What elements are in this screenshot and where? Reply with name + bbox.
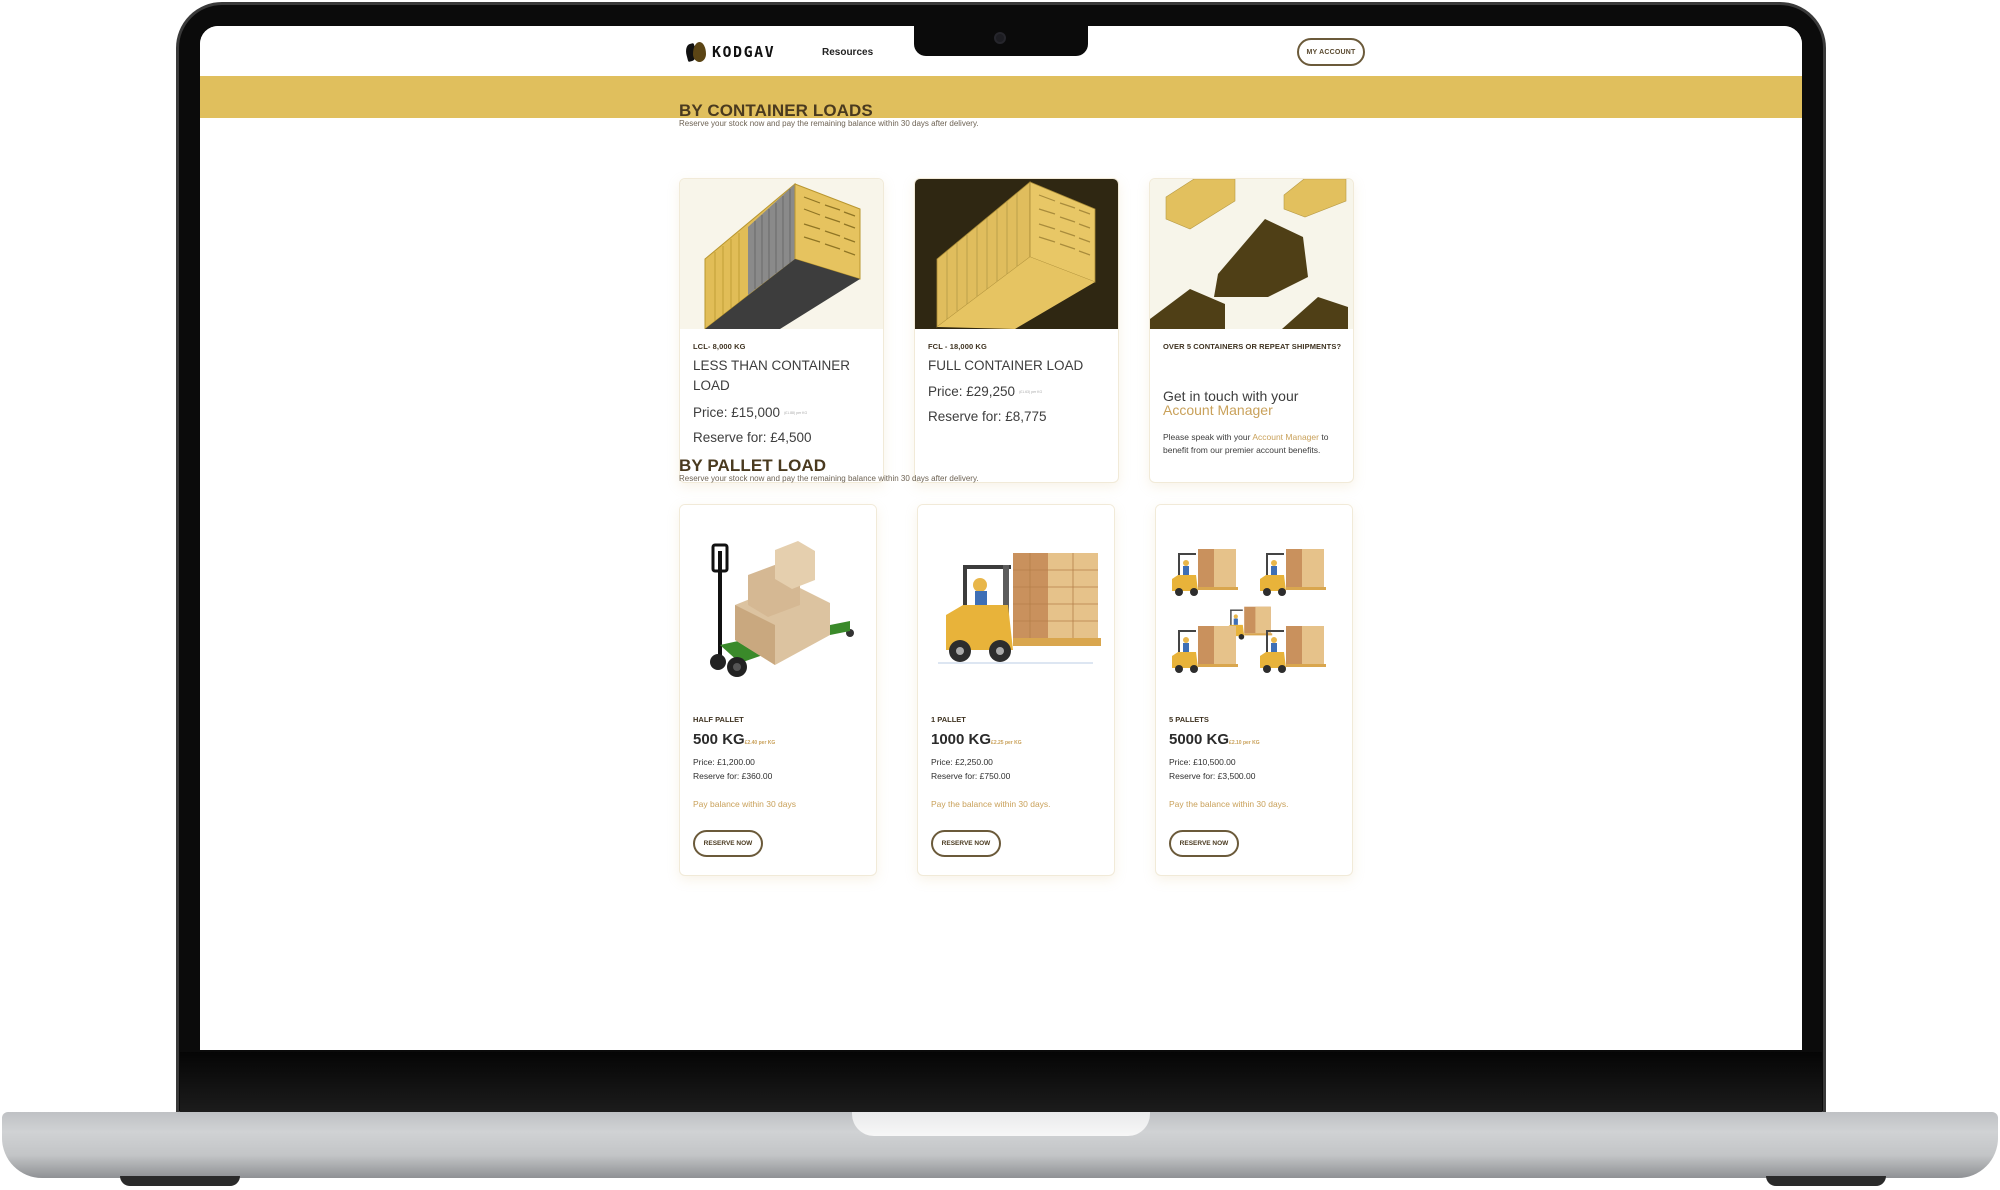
card-price: Price: £15,000 (£1.88) per KG [693, 405, 808, 420]
browser-screen: KODGAV Resources MY ACCOUNT BY CONTAINER… [200, 26, 1802, 1050]
pallet-note: Pay balance within 30 days [693, 799, 797, 809]
account-manager-inline-link[interactable]: Account Manager [1252, 432, 1319, 442]
card-eyebrow: FCL - 18,000 KG [928, 342, 987, 351]
multiple-containers-image [1150, 179, 1353, 329]
card-eyebrow: OVER 5 CONTAINERS OR REPEAT SHIPMENTS? [1163, 342, 1342, 351]
pallet-price: Price: £1,200.00 [693, 757, 755, 767]
pallet-note: Pay the balance within 30 days. [931, 799, 1051, 809]
per-kg-note: (£1.63) per KG [1019, 390, 1043, 395]
section-subtitle-container: Reserve your stock now and pay the remai… [679, 119, 979, 128]
pallet-note: Pay the balance within 30 days. [1169, 799, 1289, 809]
container-card-fcl: FCL - 18,000 KG FULL CONTAINER LOAD Pric… [914, 178, 1119, 483]
section-title-pallet: BY PALLET LOAD [679, 456, 827, 475]
pallet-reserve: Reserve for: £3,500.00 [1169, 771, 1256, 781]
pallet-weight: 5000 KG£2.10 per KG [1169, 731, 1260, 748]
pallet-jack-image [680, 505, 876, 700]
per-kg-note: (£1.88) per KG [784, 411, 808, 416]
account-manager-link[interactable]: Account Manager [1163, 402, 1273, 418]
laptop-foot [1766, 1176, 1886, 1186]
hero-banner [200, 76, 1802, 118]
logo-leaf-icon [683, 42, 708, 63]
yellow-container-image [680, 179, 883, 329]
pallet-reserve: Reserve for: £750.00 [931, 771, 1011, 781]
five-forklifts-image [1156, 505, 1352, 700]
pallet-reserve: Reserve for: £360.00 [693, 771, 773, 781]
card-title: FULL CONTAINER LOAD [928, 358, 1084, 373]
pallet-card-five: 5 PALLETS 5000 KG£2.10 per KG Price: £10… [1155, 504, 1353, 876]
section-subtitle-pallet: Reserve your stock now and pay the remai… [679, 474, 979, 483]
card-eyebrow: LCL- 8,000 KG [693, 342, 746, 351]
card-title: LESS THAN CONTAINER LOAD [693, 358, 851, 393]
pallet-weight: 500 KG£2.40 per KG [693, 731, 776, 748]
account-manager-heading: Get in touch with your Account Manager [1163, 388, 1299, 418]
pallet-price: Price: £2,250.00 [931, 757, 993, 767]
reserve-now-button[interactable]: RESERVE NOW [693, 830, 763, 857]
account-manager-body: Please speak with your Account Manager t… [1163, 432, 1329, 455]
per-kg-price: £2.25 per KG [991, 740, 1022, 746]
nav-link-resources[interactable]: Resources [822, 47, 873, 58]
container-card-lcl: LCL- 8,000 KG LESS THAN CONTAINER LOAD P… [679, 178, 884, 483]
forklift-image [918, 505, 1114, 700]
my-account-button[interactable]: MY ACCOUNT [1297, 38, 1365, 66]
pallet-price: Price: £10,500.00 [1169, 757, 1236, 767]
pallet-card-half: HALF PALLET 500 KG£2.40 per KG Price: £1… [679, 504, 877, 876]
card-eyebrow: 1 PALLET [931, 715, 966, 724]
reserve-now-button[interactable]: RESERVE NOW [931, 830, 1001, 857]
card-reserve: Reserve for: £8,775 [928, 409, 1047, 424]
section-title-container: BY CONTAINER LOADS [679, 101, 873, 120]
per-kg-price: £2.40 per KG [744, 740, 776, 746]
per-kg-price: £2.10 per KG [1229, 740, 1260, 746]
logo[interactable]: KODGAV [683, 42, 776, 63]
pallet-weight: 1000 KG£2.25 per KG [931, 731, 1022, 748]
container-card-account-manager: OVER 5 CONTAINERS OR REPEAT SHIPMENTS? G… [1149, 178, 1354, 483]
yellow-container-dark-image [915, 179, 1118, 329]
laptop-chin [180, 1052, 1822, 1112]
reserve-now-button[interactable]: RESERVE NOW [1169, 830, 1239, 857]
laptop-foot [120, 1176, 240, 1186]
camera-icon [994, 32, 1006, 44]
card-reserve: Reserve for: £4,500 [693, 430, 812, 445]
card-price: Price: £29,250 (£1.63) per KG [928, 384, 1043, 399]
laptop-opening-notch [852, 1112, 1150, 1136]
pallet-card-one: 1 PALLET 1000 KG£2.25 per KG Price: £2,2… [917, 504, 1115, 876]
card-eyebrow: 5 PALLETS [1169, 715, 1209, 724]
card-eyebrow: HALF PALLET [693, 715, 744, 724]
logo-text: KODGAV [712, 43, 776, 61]
